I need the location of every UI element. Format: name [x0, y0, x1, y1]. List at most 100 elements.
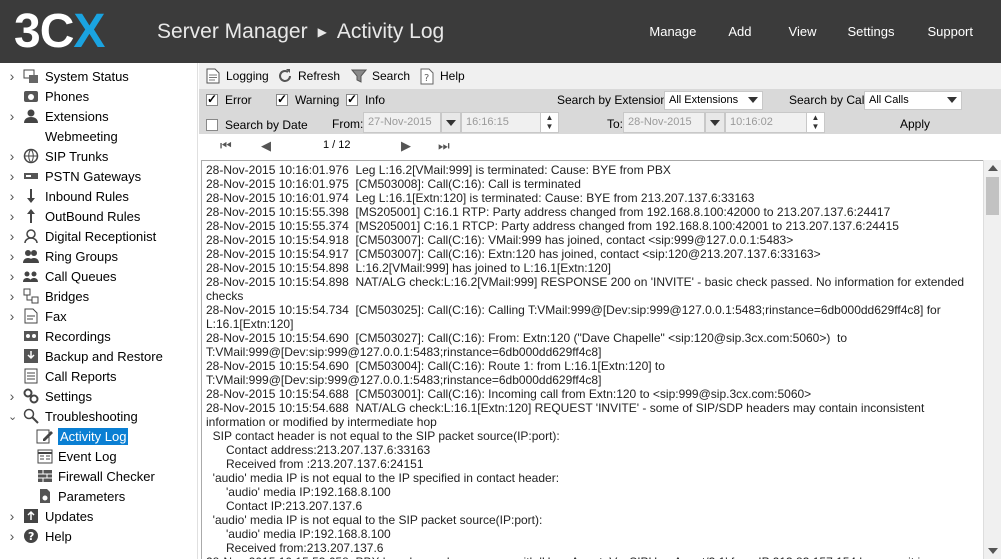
refresh-button[interactable]: Refresh: [276, 65, 340, 87]
sidebar-item-outbound-rules[interactable]: › OutBound Rules: [0, 206, 198, 226]
activity-log-view[interactable]: 28-Nov-2015 10:16:01.976 Leg L:16.2[VMai…: [201, 160, 983, 559]
phone-icon: [22, 87, 40, 105]
sidebar-item-label: Settings: [45, 388, 92, 404]
nav-add[interactable]: Add: [714, 0, 774, 63]
apply-button[interactable]: Apply: [900, 117, 930, 131]
chevron-right-icon[interactable]: ›: [8, 308, 16, 324]
chevron-right-icon[interactable]: ›: [8, 288, 16, 304]
sidebar-item-parameters[interactable]: Parameters: [0, 486, 198, 506]
log-line: 28-Nov-2015 10:15:54.917 [CM503007]: Cal…: [206, 247, 821, 261]
spinner-icon[interactable]: ▲ ▼: [806, 113, 824, 132]
nav-settings[interactable]: Settings: [833, 0, 913, 63]
from-time-field[interactable]: 16:16:15 ▲ ▼: [461, 112, 559, 133]
from-date-field[interactable]: 27-Nov-2015: [363, 112, 441, 133]
sidebar-item-help[interactable]: ›? Help: [0, 526, 198, 546]
log-line: 'audio' media IP:192.168.8.100: [206, 485, 391, 499]
to-date-field[interactable]: 28-Nov-2015: [623, 112, 705, 133]
log-scrollbar[interactable]: [983, 160, 1001, 559]
chevron-right-icon[interactable]: ›: [8, 248, 16, 264]
nav-manage[interactable]: Manage: [635, 0, 714, 63]
spinner-icon[interactable]: ▲ ▼: [540, 113, 558, 132]
last-page-icon[interactable]: ⏭: [438, 138, 450, 154]
sidebar-item-pstn-gateways[interactable]: › PSTN Gateways: [0, 166, 198, 186]
3cx-logo[interactable]: 3CX: [14, 7, 136, 57]
webmeeting-icon: [22, 127, 40, 145]
chevron-right-icon[interactable]: ›: [8, 68, 16, 84]
scroll-up-icon[interactable]: [988, 165, 998, 171]
error-checkbox[interactable]: Error: [206, 92, 252, 107]
chevron-right-icon[interactable]: ›: [8, 208, 16, 224]
sidebar-item-label: Troubleshooting: [45, 408, 138, 424]
sidebar-item-system-status[interactable]: › System Status: [0, 66, 198, 86]
chevron-right-icon[interactable]: ›: [8, 148, 16, 164]
refresh-icon: [276, 67, 294, 85]
bridge-icon: [22, 287, 40, 305]
next-page-icon[interactable]: ▶: [401, 138, 411, 154]
sidebar-item-ring-groups[interactable]: › Ring Groups: [0, 246, 198, 266]
scroll-thumb[interactable]: [986, 177, 999, 215]
sidebar-item-updates[interactable]: › Updates: [0, 506, 198, 526]
sidebar-item-extensions[interactable]: › Extensions: [0, 106, 198, 126]
chevron-right-icon[interactable]: ›: [8, 508, 16, 524]
chevron-right-icon[interactable]: ›: [8, 168, 16, 184]
log-line: 28-Nov-2015 10:16:01.974 Leg L:16.1[Extn…: [206, 191, 755, 205]
receptionist-icon: [22, 227, 40, 245]
sidebar-item-webmeeting[interactable]: Webmeeting: [0, 126, 198, 146]
sidebar-item-digital-receptionist[interactable]: › Digital Receptionist: [0, 226, 198, 246]
sidebar-item-settings[interactable]: › Settings: [0, 386, 198, 406]
search-by-date-checkbox[interactable]: Search by Date: [206, 118, 308, 132]
firewall-icon: [36, 467, 54, 485]
sidebar-item-backup-and-restore[interactable]: Backup and Restore: [0, 346, 198, 366]
from-date-dropdown[interactable]: [441, 112, 461, 133]
sidebar-item-troubleshooting[interactable]: ⌄ Troubleshooting: [0, 406, 198, 426]
warning-checkbox[interactable]: Warning: [276, 92, 339, 107]
help-button[interactable]: ? Help: [418, 65, 465, 87]
sidebar-item-event-log[interactable]: Event Log: [0, 446, 198, 466]
checkbox-box: [276, 92, 288, 106]
sidebar-item-firewall-checker[interactable]: Firewall Checker: [0, 466, 198, 486]
search-button[interactable]: Search: [350, 65, 410, 87]
sidebar-item-label: Recordings: [45, 328, 111, 344]
sidebar-item-activity-log[interactable]: Activity Log: [0, 426, 198, 446]
sidebar-item-recordings[interactable]: Recordings: [0, 326, 198, 346]
first-page-icon[interactable]: ⏮: [220, 138, 232, 154]
ring-group-icon: [22, 247, 40, 265]
chevron-down-icon: [947, 97, 957, 103]
chevron-right-icon[interactable]: ›: [8, 188, 16, 204]
chevron-right-icon[interactable]: ›: [8, 228, 16, 244]
filter-icon: [350, 67, 368, 85]
chevron-right-icon[interactable]: ›: [8, 388, 16, 404]
sidebar-item-inbound-rules[interactable]: › Inbound Rules: [0, 186, 198, 206]
header-bar: 3CX Server Manager ▶ Activity Log Manage A…: [0, 0, 1001, 63]
globe-icon: [22, 147, 40, 165]
parameters-icon: [36, 487, 54, 505]
logging-button[interactable]: Logging: [204, 65, 269, 87]
to-date-dropdown[interactable]: [705, 112, 725, 133]
sidebar-item-sip-trunks[interactable]: › SIP Trunks: [0, 146, 198, 166]
chevron-right-icon[interactable]: ›: [8, 268, 16, 284]
sidebar-item-fax[interactable]: › Fax: [0, 306, 198, 326]
to-time-field[interactable]: 10:16:02 ▲ ▼: [725, 112, 825, 133]
chevron-down-icon[interactable]: ⌄: [8, 410, 17, 423]
sidebar-item-phones[interactable]: Phones: [0, 86, 198, 106]
log-line: 28-Nov-2015 10:16:01.976 Leg L:16.2[VMai…: [206, 163, 671, 177]
sidebar-item-label: PSTN Gateways: [45, 168, 142, 184]
info-checkbox[interactable]: Info: [346, 92, 385, 107]
sidebar-item-call-reports[interactable]: Call Reports: [0, 366, 198, 386]
checkbox-box: [206, 119, 218, 131]
prev-page-icon[interactable]: ◀: [261, 138, 271, 154]
sidebar: › System Status Phones › Extensions Webmeetin…: [0, 63, 198, 559]
scroll-down-icon[interactable]: [988, 548, 998, 554]
nav-support[interactable]: Support: [913, 0, 1001, 63]
help-label: Help: [440, 69, 465, 83]
extension-select[interactable]: All Extensions: [664, 91, 763, 110]
nav-view[interactable]: View: [775, 0, 834, 63]
sidebar-item-bridges[interactable]: › Bridges: [0, 286, 198, 306]
chevron-right-icon[interactable]: ›: [8, 528, 16, 544]
log-line: 28-Nov-2015 10:15:54.898 L:16.2[VMail:99…: [206, 261, 611, 275]
log-line: Received from:213.207.137.6: [206, 541, 384, 555]
sidebar-item-label: SIP Trunks: [45, 148, 109, 164]
sidebar-item-call-queues[interactable]: › Call Queues: [0, 266, 198, 286]
call-select[interactable]: All Calls: [864, 91, 962, 110]
chevron-right-icon[interactable]: ›: [8, 108, 16, 124]
